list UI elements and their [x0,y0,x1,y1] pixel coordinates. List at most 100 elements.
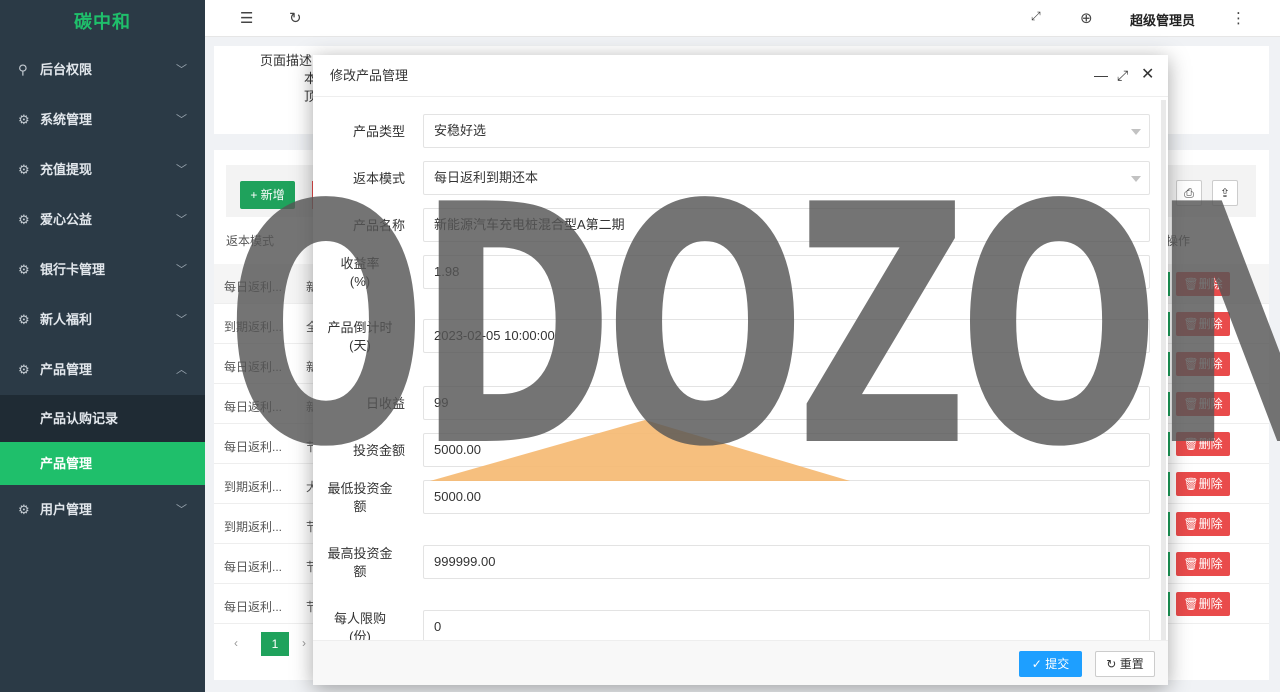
app-logo[interactable]: 碳中和 [0,0,205,45]
sidebar-item-label: 系统管理 [40,112,93,127]
sidebar-item-label: 充值提现 [40,162,93,177]
sidebar-subitem-1[interactable]: 产品管理 [0,442,205,485]
sidebar-item-4[interactable]: ⚙ 银行卡管理 ﹀ [0,245,205,295]
reset-button[interactable]: ↻ 重置 [1095,651,1155,677]
reset-label: 重置 [1119,657,1144,671]
close-icon[interactable]: ✕ [1141,67,1154,83]
chevron-down-icon: ﹀ [176,314,187,326]
text-field[interactable]: 0 [423,610,1150,641]
refresh-icon[interactable]: ↻ [289,9,302,27]
gear-icon: ⚙ [18,162,30,177]
field-label: 产品倒计时 (天) [327,320,393,353]
field-label: 日收益 [365,396,405,411]
chevron-down-icon: ﹀ [176,114,187,126]
gear-icon: ⚙ [18,262,30,277]
dropdown-arrow-icon [1131,176,1141,182]
description-label: 页面描述 [260,53,313,68]
add-button[interactable]: + 新增 [240,181,295,209]
sidebar-item-2[interactable]: ⚙ 充值提现 ﹀ [0,145,205,195]
select-field[interactable]: 每日返利到期还本 [423,161,1150,195]
print-icon[interactable]: ⎙ [1176,180,1202,206]
delete-button[interactable]: 🗑删除 [1176,312,1230,336]
sidebar-item-6[interactable]: ⚙ 产品管理 ︿ [0,345,205,395]
delete-label: 删除 [1198,557,1223,571]
trash-icon: 🗑 [1183,357,1199,371]
submit-button[interactable]: ✓ 提交 [1019,651,1082,677]
delete-label: 删除 [1198,397,1223,411]
text-field[interactable]: 2023-02-05 10:00:00 [423,319,1150,353]
form-row: 最高投资金 额 999999.00 [313,545,1163,585]
select-field[interactable]: 安稳好选 [423,114,1150,148]
edit-product-modal: 修改产品管理 — ⤢ ✕ 产品类型 安稳好选 返本模式 每日返利到期还本 产品名称 新能源… [313,55,1168,685]
column-header-actions: 操作 [1166,234,1191,248]
delete-button[interactable]: 🗑删除 [1176,552,1230,576]
gear-icon: ⚙ [18,212,30,227]
delete-button[interactable]: 🗑删除 [1176,512,1230,536]
field-label: 产品名称 [352,218,405,233]
sidebar-item-label: 用户管理 [40,502,93,517]
modal-scrollbar[interactable] [1161,100,1166,640]
form-row: 每人限购 (份) 0 [313,610,1163,641]
text-field[interactable]: 5000.00 [423,433,1150,467]
field-label: 返本模式 [352,171,405,186]
sidebar-item-0[interactable]: ⚲ 后台权限 ﹀ [0,45,205,95]
more-vertical-icon[interactable]: ⋮ [1231,9,1246,27]
globe-icon[interactable]: ⊕ [1080,9,1093,27]
trash-icon: 🗑 [1183,317,1199,331]
delete-button[interactable]: 🗑删除 [1176,392,1230,416]
form-row: 投资金额 5000.00 [313,433,1163,473]
delete-button[interactable]: 🗑删除 [1176,432,1230,456]
minimize-icon[interactable]: — [1094,67,1108,83]
delete-label: 删除 [1198,477,1223,491]
delete-button[interactable]: 🗑删除 [1176,272,1230,296]
text-field[interactable]: 99 [423,386,1150,420]
delete-button[interactable]: 🗑删除 [1176,592,1230,616]
sidebar-item-7[interactable]: ⚙ 用户管理 ﹀ [0,485,205,535]
delete-button[interactable]: 🗑删除 [1176,352,1230,376]
cell-mode: 每日返利... [224,280,283,294]
prev-page-icon[interactable]: ‹ [234,636,238,650]
sidebar-subitem-0[interactable]: 产品认购记录 [0,395,205,442]
field-label: 每人限购 (份) [333,611,386,641]
menu-toggle-icon[interactable]: ☰ [240,9,253,27]
delete-label: 删除 [1198,277,1223,291]
text-field[interactable]: 1.98 [423,255,1150,289]
cell-mode: 到期返利... [224,480,283,494]
delete-button[interactable]: 🗑删除 [1176,472,1230,496]
delete-label: 删除 [1198,597,1223,611]
cell-mode: 每日返利... [224,400,283,414]
page-current[interactable]: 1 [261,632,289,656]
field-label: 产品类型 [352,124,405,139]
text-field[interactable]: 999999.00 [423,545,1150,579]
maximize-icon[interactable]: ⤢ [1117,67,1128,83]
delete-label: 删除 [1198,437,1223,451]
chevron-down-icon: ﹀ [176,64,187,76]
sidebar-item-label: 后台权限 [40,62,93,77]
field-value: 每日返利到期还本 [434,170,539,185]
field-value: 0 [434,619,442,634]
text-field[interactable]: 5000.00 [423,480,1150,514]
sidebar-item-1[interactable]: ⚙ 系统管理 ﹀ [0,95,205,145]
text-field[interactable]: 新能源汽车充电桩混合型A第二期 [423,208,1150,242]
fullscreen-icon[interactable]: ⤢ [1031,9,1041,24]
cell-mode: 每日返利... [224,360,283,374]
sidebar-item-5[interactable]: ⚙ 新人福利 ﹀ [0,295,205,345]
delete-label: 删除 [1198,517,1223,531]
submit-label: 提交 [1045,657,1070,671]
gear-icon: ⚙ [18,362,30,377]
field-label: 最高投资金 额 [327,546,393,579]
cell-mode: 到期返利... [224,520,283,534]
field-value: 安稳好选 [434,123,487,138]
field-label: 最低投资金 额 [327,481,393,514]
current-user[interactable]: 超级管理员 [1130,10,1195,29]
trash-icon: 🗑 [1183,437,1199,451]
form-row: 收益率 (%) 1.98 [313,255,1163,295]
sidebar-item-3[interactable]: ⚙ 爱心公益 ﹀ [0,195,205,245]
field-label: 投资金额 [352,443,405,458]
field-value: 2023-02-05 10:00:00 [434,328,555,343]
cell-mode: 每日返利... [224,600,283,614]
next-page-icon[interactable]: › [302,636,306,650]
delete-label: 删除 [1198,317,1223,331]
cell-mode: 每日返利... [224,560,283,574]
export-icon[interactable]: ⇪ [1212,180,1238,206]
